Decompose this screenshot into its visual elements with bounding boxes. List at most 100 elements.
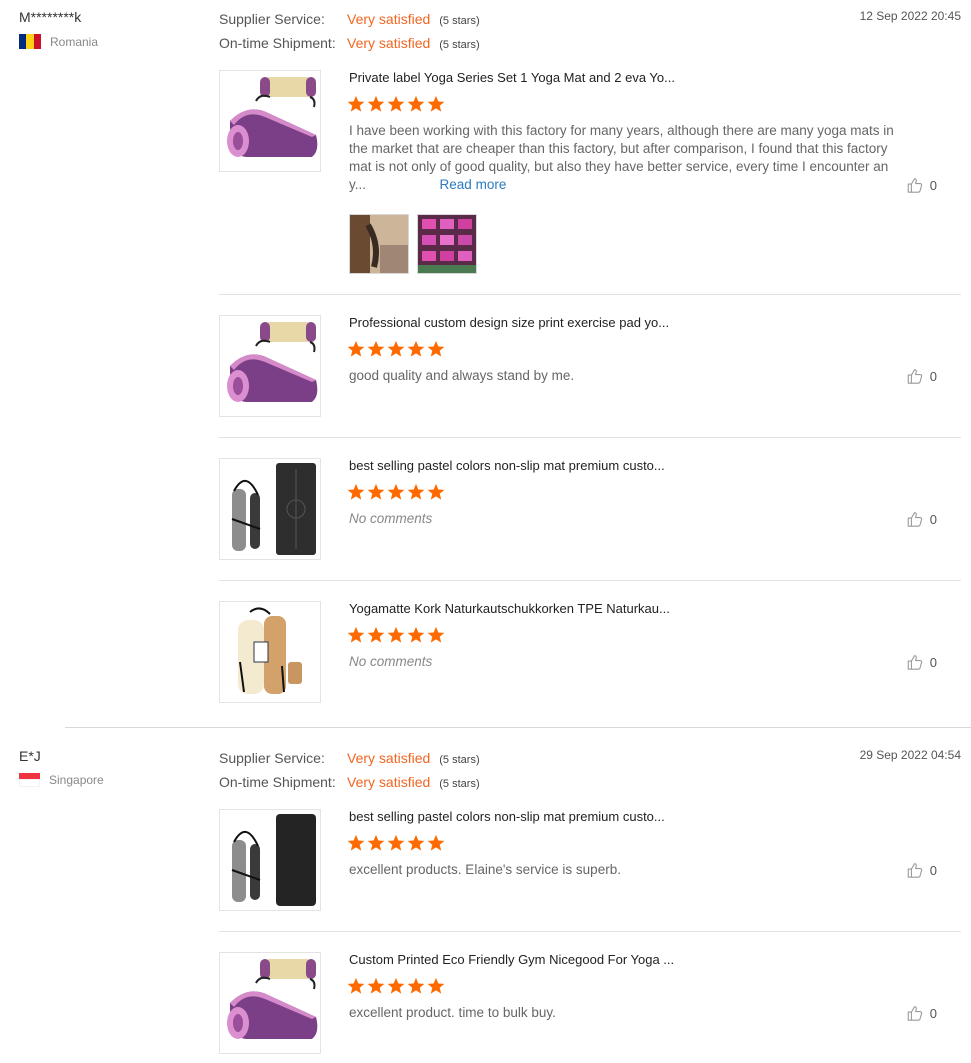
product-thumbnail[interactable] <box>219 601 321 703</box>
like-button[interactable]: 0 <box>906 367 937 385</box>
star-icon <box>427 834 445 852</box>
product-title-link[interactable]: Professional custom design size print ex… <box>349 315 669 330</box>
star-icon <box>347 977 365 995</box>
romania-flag-icon <box>19 34 41 49</box>
review-date: 29 Sep 2022 04:54 <box>859 748 961 762</box>
like-count: 0 <box>929 1005 937 1021</box>
singapore-flag-icon <box>19 773 40 787</box>
item-star-rating <box>347 95 445 113</box>
item-divider <box>219 437 961 438</box>
star-icon <box>367 626 385 644</box>
star-icon <box>387 95 405 113</box>
comment-text: I have been working with this factory fo… <box>349 123 894 192</box>
item-star-rating <box>347 834 445 852</box>
item-divider <box>219 294 961 295</box>
country-name: Romania <box>50 34 99 49</box>
product-title-link[interactable]: Private label Yoga Series Set 1 Yoga Mat… <box>349 70 675 85</box>
product-title-link[interactable]: Yogamatte Kork Naturkautschukkorken TPE … <box>349 601 670 616</box>
review-comment: excellent product. time to bulk buy. <box>349 1005 556 1020</box>
thumbs-up-icon <box>906 367 924 385</box>
star-icon <box>387 483 405 501</box>
star-icon <box>427 483 445 501</box>
star-icon <box>407 834 425 852</box>
star-icon <box>387 626 405 644</box>
thumbs-up-icon <box>906 1004 924 1022</box>
star-icon <box>367 977 385 995</box>
star-icon <box>387 340 405 358</box>
like-button[interactable]: 0 <box>906 861 937 879</box>
star-icon <box>347 340 365 358</box>
review-photo[interactable] <box>349 214 409 274</box>
review-photos <box>349 214 477 274</box>
star-icon <box>427 340 445 358</box>
thumbs-up-icon <box>906 510 924 528</box>
supplier-service-stars: (5 stars) <box>439 754 480 766</box>
shipment-stars: (5 stars) <box>439 39 480 51</box>
star-icon <box>347 834 365 852</box>
star-icon <box>427 977 445 995</box>
like-button[interactable]: 0 <box>906 1004 937 1022</box>
like-button[interactable]: 0 <box>906 176 937 194</box>
review-comment: excellent products. Elaine's service is … <box>349 862 621 877</box>
supplier-service-label: Supplier Service: <box>219 11 325 27</box>
like-count: 0 <box>929 368 937 384</box>
review-photo[interactable] <box>417 214 477 274</box>
product-thumbnail[interactable] <box>219 458 321 560</box>
review-divider <box>65 727 971 728</box>
like-count: 0 <box>929 654 937 670</box>
shipment-value: Very satisfied <box>347 35 431 51</box>
star-icon <box>347 626 365 644</box>
product-thumbnail[interactable] <box>219 315 321 417</box>
star-icon <box>387 834 405 852</box>
review-comment: No comments <box>349 511 433 526</box>
star-icon <box>427 95 445 113</box>
supplier-service-label: Supplier Service: <box>219 750 325 766</box>
star-icon <box>347 483 365 501</box>
product-title-link[interactable]: best selling pastel colors non-slip mat … <box>349 809 665 824</box>
review-comment: good quality and always stand by me. <box>349 368 575 383</box>
read-more-link[interactable]: Read more <box>440 177 507 192</box>
item-star-rating <box>347 340 445 358</box>
item-star-rating <box>347 977 445 995</box>
shipment-label: On-time Shipment: <box>219 35 336 51</box>
shipment-stars: (5 stars) <box>439 778 480 790</box>
supplier-service-value: Very satisfied <box>347 750 431 766</box>
star-icon <box>367 834 385 852</box>
product-thumbnail[interactable] <box>219 70 321 172</box>
product-thumbnail[interactable] <box>219 952 321 1054</box>
review-comment: I have been working with this factory fo… <box>349 122 909 194</box>
like-button[interactable]: 0 <box>906 510 937 528</box>
product-thumbnail[interactable] <box>219 809 321 911</box>
like-button[interactable]: 0 <box>906 653 937 671</box>
thumbs-up-icon <box>906 861 924 879</box>
product-title-link[interactable]: best selling pastel colors non-slip mat … <box>349 458 665 473</box>
like-count: 0 <box>929 511 937 527</box>
star-icon <box>367 340 385 358</box>
supplier-service-rating: Supplier Service: Very satisfied (5 star… <box>219 11 480 27</box>
star-icon <box>407 95 425 113</box>
thumbs-up-icon <box>906 653 924 671</box>
shipment-value: Very satisfied <box>347 774 431 790</box>
reviewer-name: E*J <box>19 748 41 764</box>
star-icon <box>387 977 405 995</box>
star-icon <box>367 483 385 501</box>
star-icon <box>367 95 385 113</box>
star-icon <box>407 626 425 644</box>
like-count: 0 <box>929 177 937 193</box>
review-date: 12 Sep 2022 20:45 <box>859 9 961 23</box>
item-star-rating <box>347 483 445 501</box>
star-icon <box>407 483 425 501</box>
star-icon <box>427 626 445 644</box>
supplier-service-stars: (5 stars) <box>439 15 480 27</box>
reviewer-name: M********k <box>19 9 82 25</box>
reviewer-country: Romania <box>19 34 98 49</box>
shipment-rating: On-time Shipment: Very satisfied (5 star… <box>219 774 480 790</box>
shipment-label: On-time Shipment: <box>219 774 336 790</box>
supplier-service-rating: Supplier Service: Very satisfied (5 star… <box>219 750 480 766</box>
supplier-service-value: Very satisfied <box>347 11 431 27</box>
country-name: Singapore <box>49 773 104 787</box>
product-title-link[interactable]: Custom Printed Eco Friendly Gym Nicegood… <box>349 952 674 967</box>
reviewer-country: Singapore <box>19 773 104 787</box>
review-comment: No comments <box>349 654 433 669</box>
item-star-rating <box>347 626 445 644</box>
